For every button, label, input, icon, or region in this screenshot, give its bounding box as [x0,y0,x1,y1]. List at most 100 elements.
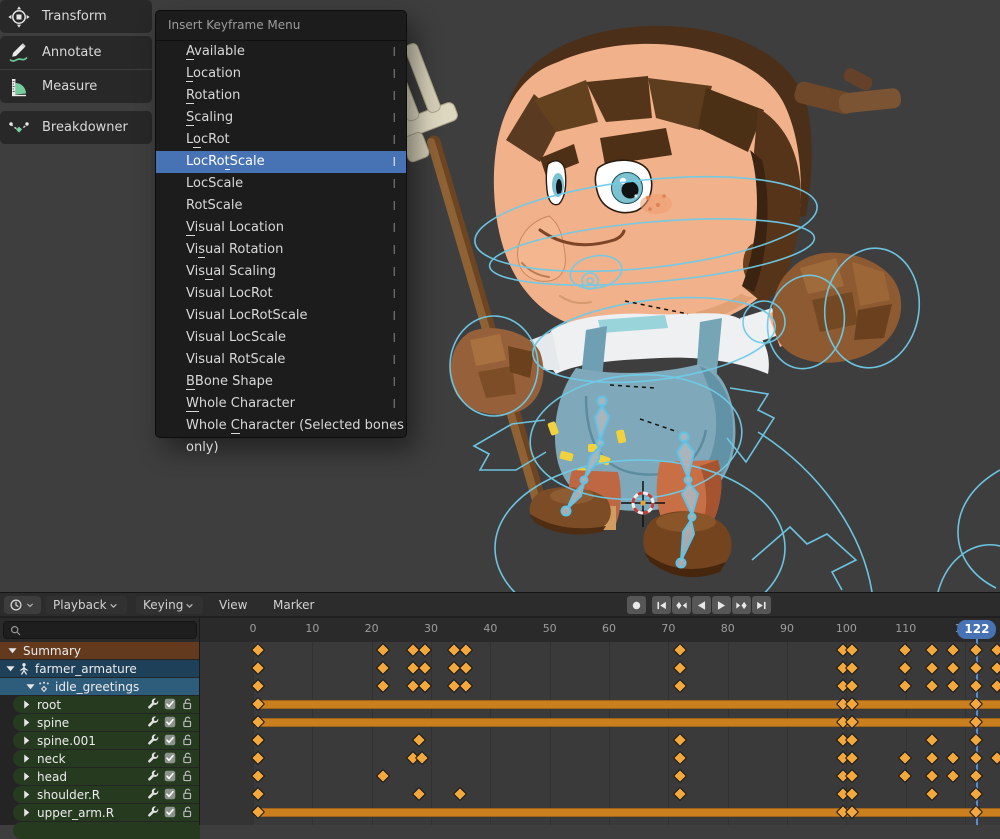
jump-to-start-button[interactable] [652,596,671,614]
keyframe-diamond[interactable] [990,643,1000,657]
keyframe-diamond[interactable] [673,643,687,657]
collapse-triangle-icon[interactable] [6,644,19,657]
keyframe-diamond[interactable] [898,679,912,693]
next-keyframe-button[interactable] [732,596,751,614]
play-reverse-button[interactable] [692,596,711,614]
keyframe-diamond[interactable] [969,751,983,765]
tool-button-annotate[interactable]: Annotate [0,36,152,69]
channel-row-shoulder-r[interactable]: shoulder.R [13,786,200,803]
keyframe-diamond[interactable] [459,661,473,675]
expand-triangle-icon[interactable] [20,788,33,801]
menu-item-scaling[interactable]: ScalingI [156,107,406,129]
keyframe-diamond[interactable] [969,643,983,657]
menu-item-locrot[interactable]: LocRotI [156,129,406,151]
keyframe-diamond[interactable] [673,661,687,675]
modifier-wrench-icon[interactable] [146,805,160,819]
keyframe-diamond[interactable] [453,787,467,801]
held-keyframe-bar[interactable] [255,718,1000,727]
viewport-3d[interactable]: TransformAnnotateMeasureBreakdowner Inse… [0,0,1000,592]
keyframe-diamond[interactable] [925,751,939,765]
expand-triangle-icon[interactable] [20,734,33,747]
keyframe-diamond[interactable] [946,751,960,765]
menu-item-available[interactable]: AvailableI [156,41,406,63]
menu-item-whole-character-selected-bones-only-[interactable]: Whole Character (Selected bones only)I [156,415,406,437]
menu-playback[interactable]: Playback [46,596,127,614]
keyframe-diamond[interactable] [459,679,473,693]
menu-item-locscale[interactable]: LocScaleI [156,173,406,195]
keyframe-diamond[interactable] [946,679,960,693]
modifier-wrench-icon[interactable] [146,733,160,747]
keyframe-diamond[interactable] [946,769,960,783]
channel-enable-checkbox[interactable] [163,697,177,711]
channel-row-spine[interactable]: spine [13,714,200,731]
keyframe-diamond[interactable] [990,661,1000,675]
channel-row-upper-arm-r[interactable]: upper_arm.R [13,804,200,821]
channel-row-root[interactable]: root [13,696,200,713]
tool-button-transform[interactable]: Transform [0,0,152,33]
channel-lock-icon[interactable] [180,805,194,819]
channel-row-neck[interactable]: neck [13,750,200,767]
menu-item-visual-rotation[interactable]: Visual RotationI [156,239,406,261]
keyframe-diamond[interactable] [459,643,473,657]
keyframe-diamond[interactable] [412,733,426,747]
channel-lock-icon[interactable] [180,751,194,765]
expand-triangle-icon[interactable] [20,806,33,819]
menu-item-visual-scaling[interactable]: Visual ScalingI [156,261,406,283]
keyframe-diamond[interactable] [969,661,983,675]
modifier-wrench-icon[interactable] [146,769,160,783]
keyframe-diamond[interactable] [969,679,983,693]
current-frame-badge[interactable]: 122 [957,620,996,639]
channel-row-partial[interactable] [13,822,200,839]
jump-to-end-button[interactable] [752,596,771,614]
keyframe-diamond[interactable] [969,733,983,747]
tool-button-measure[interactable]: Measure [0,70,152,103]
channel-row-farmer-armature[interactable]: farmer_armature [0,660,200,677]
menu-item-rotation[interactable]: RotationI [156,85,406,107]
menu-item-whole-character[interactable]: Whole CharacterI [156,393,406,415]
record-button[interactable] [627,596,646,614]
channel-row-spine-001[interactable]: spine.001 [13,732,200,749]
menu-item-bbone-shape[interactable]: BBone ShapeI [156,371,406,393]
channel-lock-icon[interactable] [180,769,194,783]
keyframe-diamond[interactable] [376,661,390,675]
keyframe-diamond[interactable] [412,787,426,801]
keyframe-diamond[interactable] [925,733,939,747]
keyframe-diamond[interactable] [376,679,390,693]
menu-item-rotscale[interactable]: RotScaleI [156,195,406,217]
menu-marker[interactable]: Marker [266,596,321,614]
menu-item-location[interactable]: LocationI [156,63,406,85]
keyframe-diamond[interactable] [418,661,432,675]
expand-triangle-icon[interactable] [20,698,33,711]
keyframe-diamond[interactable] [898,643,912,657]
keyframe-diamond[interactable] [925,787,939,801]
keyframe-diamond[interactable] [376,769,390,783]
channel-lock-icon[interactable] [180,715,194,729]
menu-item-visual-rotscale[interactable]: Visual RotScaleI [156,349,406,371]
modifier-wrench-icon[interactable] [146,787,160,801]
modifier-wrench-icon[interactable] [146,751,160,765]
channel-enable-checkbox[interactable] [163,769,177,783]
expand-triangle-icon[interactable] [20,752,33,765]
keyframe-diamond[interactable] [925,661,939,675]
channel-lock-icon[interactable] [180,787,194,801]
expand-triangle-icon[interactable] [20,716,33,729]
search-input[interactable] [17,623,181,637]
channel-enable-checkbox[interactable] [163,751,177,765]
timeline-ruler[interactable]: 0102030405060708090100110120122 [0,618,1000,642]
keyframe-diamond[interactable] [990,679,1000,693]
modifier-wrench-icon[interactable] [146,697,160,711]
keyframe-area[interactable] [200,642,1000,825]
keyframe-diamond[interactable] [415,751,429,765]
menu-item-visual-locrotscale[interactable]: Visual LocRotScaleI [156,305,406,327]
channel-lock-icon[interactable] [180,733,194,747]
keyframe-diamond[interactable] [946,661,960,675]
channel-lock-icon[interactable] [180,697,194,711]
previous-keyframe-button[interactable] [672,596,691,614]
keyframe-diamond[interactable] [925,769,939,783]
keyframe-diamond[interactable] [418,643,432,657]
keyframe-diamond[interactable] [673,733,687,747]
channel-row-summary[interactable]: Summary [0,642,200,659]
menu-view[interactable]: View [212,596,254,614]
menu-item-visual-locrot[interactable]: Visual LocRotI [156,283,406,305]
menu-keying[interactable]: Keying [136,596,203,614]
